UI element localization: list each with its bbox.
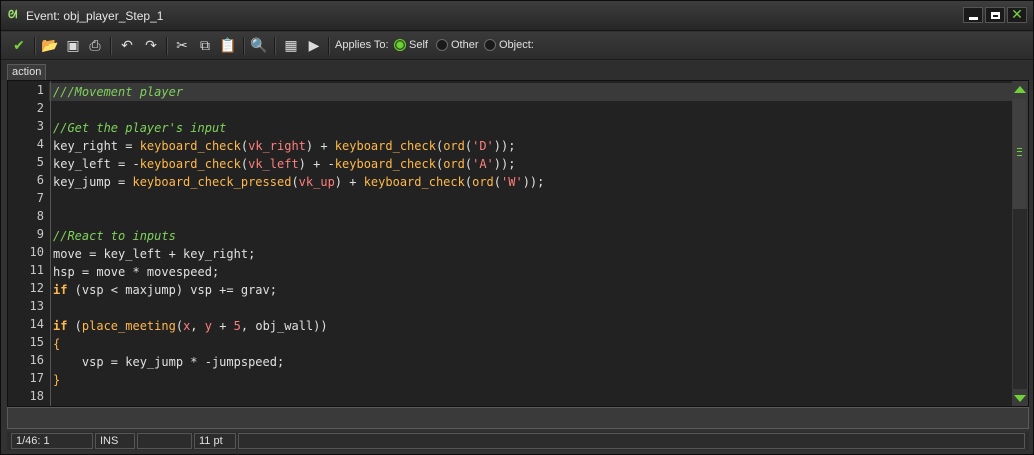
status-bar: 1/46: 1 INS 11 pt bbox=[7, 432, 1029, 450]
code-line[interactable]: if (place_meeting(x, y + 5, obj_wall)) bbox=[53, 317, 328, 335]
gutter-divider bbox=[50, 81, 51, 406]
code-line[interactable]: //React to inputs bbox=[53, 227, 176, 245]
print-icon[interactable]: ⎙ bbox=[86, 37, 104, 55]
maximize-button[interactable] bbox=[985, 7, 1005, 23]
find-bar[interactable] bbox=[7, 407, 1029, 429]
insert-icon[interactable]: ▶ bbox=[305, 37, 323, 55]
code-line[interactable]: { bbox=[53, 335, 60, 353]
code-line[interactable]: key_jump = keyboard_check_pressed(vk_up)… bbox=[53, 173, 544, 191]
toolbar-separator bbox=[328, 37, 330, 55]
maximize-icon bbox=[990, 11, 1000, 19]
title-bar[interactable]: ᘛ Event: obj_player_Step_1 ✕ bbox=[1, 1, 1033, 31]
line-number: 14 bbox=[29, 317, 44, 331]
grip-icon bbox=[1017, 148, 1022, 156]
toolbar-separator bbox=[166, 37, 168, 55]
undo-icon[interactable]: ↶ bbox=[118, 37, 136, 55]
code-line[interactable]: if (vsp < maxjump) vsp += grav; bbox=[53, 281, 277, 299]
insert-mode: INS bbox=[95, 433, 135, 449]
object-radio-label[interactable]: Object: bbox=[499, 39, 534, 51]
save-icon[interactable]: ▣ bbox=[64, 37, 82, 55]
grid-icon[interactable]: ▦ bbox=[282, 37, 300, 55]
other-radio-label[interactable]: Other bbox=[451, 39, 479, 51]
self-radio-label[interactable]: Self bbox=[409, 39, 428, 51]
line-number: 2 bbox=[36, 101, 44, 115]
cut-icon[interactable]: ✂ bbox=[173, 37, 191, 55]
minimize-icon bbox=[968, 17, 978, 20]
status-message bbox=[238, 433, 1025, 449]
line-number: 9 bbox=[36, 227, 44, 241]
paste-icon[interactable]: 📋 bbox=[219, 37, 237, 55]
tab-bar: action bbox=[1, 61, 1033, 81]
window-controls: ✕ bbox=[963, 7, 1027, 23]
line-number: 16 bbox=[29, 353, 44, 367]
line-number: 15 bbox=[29, 335, 44, 349]
line-number: 1 bbox=[36, 83, 44, 97]
line-number: 5 bbox=[36, 155, 44, 169]
line-number: 7 bbox=[36, 191, 44, 205]
other-radio[interactable] bbox=[436, 39, 448, 51]
line-number: 13 bbox=[29, 299, 44, 313]
font-size-indicator: 11 pt bbox=[194, 433, 236, 449]
close-button[interactable]: ✕ bbox=[1007, 7, 1027, 23]
line-number-gutter: 1 2 3 4 5 6 7 8 9 10 11 12 13 14 15 16 1… bbox=[8, 81, 49, 406]
confirm-check-icon[interactable]: ✔ bbox=[10, 37, 28, 55]
toolbar-separator bbox=[274, 37, 276, 55]
code-line[interactable]: key_left = -keyboard_check(vk_left) + -k… bbox=[53, 155, 515, 173]
line-number: 8 bbox=[36, 209, 44, 223]
line-number: 12 bbox=[29, 281, 44, 295]
code-line[interactable]: hsp = move * movespeed; bbox=[53, 263, 219, 281]
scrollbar-thumb[interactable] bbox=[1013, 99, 1026, 209]
copy-icon[interactable]: ⧉ bbox=[196, 37, 214, 55]
code-line[interactable]: } bbox=[53, 371, 60, 389]
redo-icon[interactable]: ↷ bbox=[142, 37, 160, 55]
window-title: Event: obj_player_Step_1 bbox=[26, 9, 164, 23]
line-number: 6 bbox=[36, 173, 44, 187]
vertical-scrollbar[interactable] bbox=[1012, 81, 1028, 406]
object-radio[interactable] bbox=[484, 39, 496, 51]
applies-to-label: Applies To: bbox=[335, 39, 389, 51]
minimize-button[interactable] bbox=[963, 7, 983, 23]
code-editor-window: ᘛ Event: obj_player_Step_1 ✕ ✔ 📂 ▣ ⎙ ↶ ↷… bbox=[0, 0, 1034, 455]
toolbar-separator bbox=[34, 37, 36, 55]
open-folder-icon[interactable]: 📂 bbox=[41, 37, 59, 55]
toolbar-separator bbox=[110, 37, 112, 55]
self-radio[interactable] bbox=[394, 39, 406, 51]
status-empty-cell bbox=[137, 433, 192, 449]
line-number: 17 bbox=[29, 371, 44, 385]
toolbar-separator bbox=[243, 37, 245, 55]
search-icon[interactable]: 🔍 bbox=[250, 37, 268, 55]
line-number: 18 bbox=[29, 389, 44, 403]
code-line[interactable]: key_right = keyboard_check(vk_right) + k… bbox=[53, 137, 515, 155]
code-line[interactable]: //Get the player's input bbox=[53, 119, 226, 137]
line-number: 4 bbox=[36, 137, 44, 151]
line-number: 10 bbox=[29, 245, 44, 259]
tab-action[interactable]: action bbox=[7, 64, 47, 81]
close-icon: ✕ bbox=[1011, 7, 1023, 23]
cursor-position: 1/46: 1 bbox=[11, 433, 93, 449]
gm-logo-icon: ᘛ bbox=[8, 8, 18, 21]
code-editor[interactable]: 1 2 3 4 5 6 7 8 9 10 11 12 13 14 15 16 1… bbox=[7, 80, 1029, 407]
scroll-down-arrow-icon[interactable] bbox=[1014, 395, 1026, 402]
line-number: 11 bbox=[29, 263, 44, 277]
code-line[interactable]: ///Movement player bbox=[53, 83, 183, 101]
code-line[interactable]: move = key_left + key_right; bbox=[53, 245, 255, 263]
line-number: 3 bbox=[36, 119, 44, 133]
toolbar: ✔ 📂 ▣ ⎙ ↶ ↷ ✂ ⧉ 📋 🔍 ▦ ▶ Applies To: Self… bbox=[1, 32, 1033, 60]
code-line[interactable]: vsp = key_jump * -jumpspeed; bbox=[53, 353, 284, 371]
scrollbar-track[interactable] bbox=[1013, 209, 1027, 389]
scroll-up-arrow-icon[interactable] bbox=[1014, 86, 1026, 93]
